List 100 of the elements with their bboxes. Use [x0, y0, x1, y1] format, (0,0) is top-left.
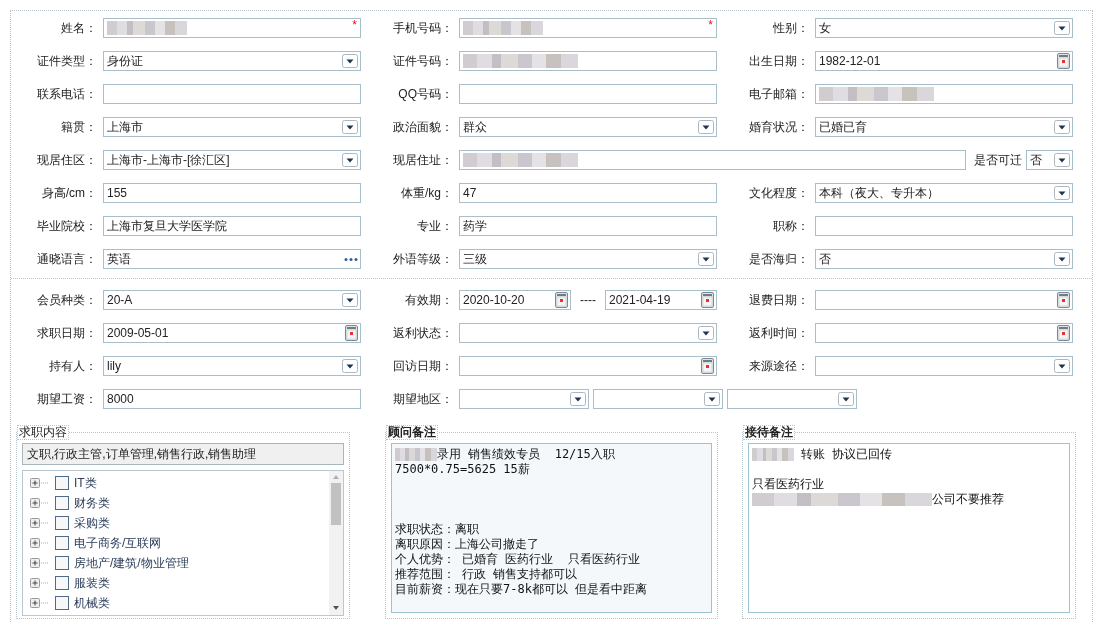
calendar-icon[interactable]: [1057, 325, 1070, 341]
field-label: 电子邮箱：: [748, 86, 809, 103]
expand-icon[interactable]: [30, 557, 50, 569]
category-label[interactable]: 房地产/建筑/物业管理: [74, 554, 189, 572]
lookup-field[interactable]: 英语: [103, 249, 361, 269]
checkbox[interactable]: [55, 556, 69, 570]
panel-title: 求职内容: [17, 425, 69, 440]
text-field[interactable]: [459, 150, 966, 170]
field-label: 返利状态：: [392, 325, 453, 342]
field-label: 政治面貌：: [392, 119, 453, 136]
text-field[interactable]: 上海市复旦大学医学院: [103, 216, 361, 236]
field-label: 现居住址：: [392, 152, 453, 169]
calendar-icon[interactable]: [345, 325, 358, 341]
note-line: 公司不要推荐: [932, 492, 1004, 507]
field-label: 来源途径：: [748, 358, 809, 375]
text-field[interactable]: *: [459, 18, 717, 38]
field-label: 性别：: [772, 20, 809, 37]
dropdown[interactable]: lily: [103, 356, 361, 376]
field-label: 退费日期：: [748, 292, 809, 309]
date-field[interactable]: 2021-04-19: [605, 290, 717, 310]
date-field[interactable]: 2020-10-20: [459, 290, 571, 310]
dropdown[interactable]: 女: [815, 18, 1073, 38]
dropdown[interactable]: 否: [1026, 150, 1073, 170]
checkbox[interactable]: [55, 596, 69, 610]
dropdown[interactable]: 否: [815, 249, 1073, 269]
calendar-icon[interactable]: [701, 358, 714, 374]
note-line: 目前薪资：现在只要7-8k都可以 但是看中距离: [395, 582, 648, 597]
range-dash: ----: [579, 293, 597, 307]
date-field[interactable]: 1982-12-01: [815, 51, 1073, 71]
dropdown[interactable]: 20-A: [103, 290, 361, 310]
notes-textarea[interactable]: 转账 协议已回传 只看医药行业 公司不要推荐: [748, 443, 1070, 613]
text-field[interactable]: 47: [459, 183, 717, 203]
field-label: 期望地区：: [392, 391, 453, 408]
note-line: 离职原因：上海公司撤走了: [395, 537, 539, 552]
field-label: 会员种类：: [36, 292, 97, 309]
field-label: 专业：: [416, 218, 453, 235]
notes-textarea[interactable]: 录用 销售绩效专员 12/15入职 7500*0.75=5625 15薪 求职状态：离职 离职原因：上海公司撤走了 个人优势： 已婚育 医药行业 只看医药行业 推荐范围： 行政 销售支持都可以 目前薪资：现在只要7-8k都可以 但是看中距离: [391, 443, 712, 613]
field-label: 通晓语言：: [36, 251, 97, 268]
dropdown[interactable]: 已婚已育: [815, 117, 1073, 137]
text-field[interactable]: 155: [103, 183, 361, 203]
note-line: 推荐范围： 行政 销售支持都可以: [395, 567, 578, 582]
panel-title: 顾问备注: [386, 425, 438, 440]
dropdown[interactable]: 身份证: [103, 51, 361, 71]
text-field[interactable]: [103, 84, 361, 104]
text-field[interactable]: 8000: [103, 389, 361, 409]
ellipsis-icon[interactable]: [344, 256, 358, 262]
category-label[interactable]: 财务类: [74, 494, 110, 512]
scrollbar-thumb[interactable]: [331, 483, 341, 525]
calendar-icon[interactable]: [555, 292, 568, 308]
field-label: 期望工资：: [36, 391, 97, 408]
note-line: 录用 销售绩效专员 12/15入职: [437, 447, 615, 462]
category-label[interactable]: 采购类: [74, 514, 110, 532]
calendar-icon[interactable]: [1057, 53, 1070, 69]
field-label: 职称：: [772, 218, 809, 235]
selected-categories-field[interactable]: 文职,行政主管,订单管理,销售行政,销售助理: [22, 443, 344, 465]
field-label: 持有人：: [48, 358, 97, 375]
text-field[interactable]: [459, 84, 717, 104]
checkbox[interactable]: [55, 496, 69, 510]
panel-title: 接待备注: [743, 425, 795, 440]
field-label: 姓名：: [60, 20, 97, 37]
expand-icon[interactable]: [30, 597, 50, 609]
text-field[interactable]: 药学: [459, 216, 717, 236]
text-field[interactable]: *: [103, 18, 361, 38]
category-label[interactable]: 服装类: [74, 574, 110, 592]
dropdown[interactable]: 群众: [459, 117, 717, 137]
dropdown[interactable]: 上海市-上海市-[徐汇区]: [103, 150, 361, 170]
calendar-icon[interactable]: [1057, 292, 1070, 308]
field-label: 毕业院校：: [36, 218, 97, 235]
calendar-icon[interactable]: [701, 292, 714, 308]
expand-icon[interactable]: [30, 577, 50, 589]
checkbox[interactable]: [55, 536, 69, 550]
category-label[interactable]: 机械类: [74, 594, 110, 612]
text-field[interactable]: [815, 216, 1073, 236]
text-field[interactable]: [459, 51, 717, 71]
date-field[interactable]: 2009-05-01: [103, 323, 361, 343]
expand-icon[interactable]: [30, 477, 50, 489]
pixelated-block: [395, 448, 437, 461]
dropdown[interactable]: 三级: [459, 249, 717, 269]
pixelated-block: [752, 448, 794, 461]
field-label: 是否海归：: [748, 251, 809, 268]
date-field[interactable]: [815, 290, 1073, 310]
checkbox[interactable]: [55, 516, 69, 530]
field-label: 现居住区：: [36, 152, 97, 169]
expand-icon[interactable]: [30, 497, 50, 509]
field-label: 手机号码：: [392, 20, 453, 37]
dropdown[interactable]: 本科（夜大、专升本）: [815, 183, 1073, 203]
category-label[interactable]: IT类: [74, 474, 97, 492]
field-label: 是否可迁: [973, 151, 1023, 169]
category-label[interactable]: 电子商务/互联网: [74, 534, 162, 552]
dropdown[interactable]: 上海市: [103, 117, 361, 137]
field-label: 体重/kg：: [400, 185, 453, 202]
checkbox[interactable]: [55, 476, 69, 490]
expand-icon[interactable]: [30, 537, 50, 549]
checkbox[interactable]: [55, 576, 69, 590]
date-field[interactable]: [459, 356, 717, 376]
expand-icon[interactable]: [30, 517, 50, 529]
date-field[interactable]: [815, 323, 1073, 343]
note-line: 7500*0.75=5625 15薪: [395, 462, 530, 477]
text-field[interactable]: [815, 84, 1073, 104]
field-label: 求职日期：: [36, 325, 97, 342]
